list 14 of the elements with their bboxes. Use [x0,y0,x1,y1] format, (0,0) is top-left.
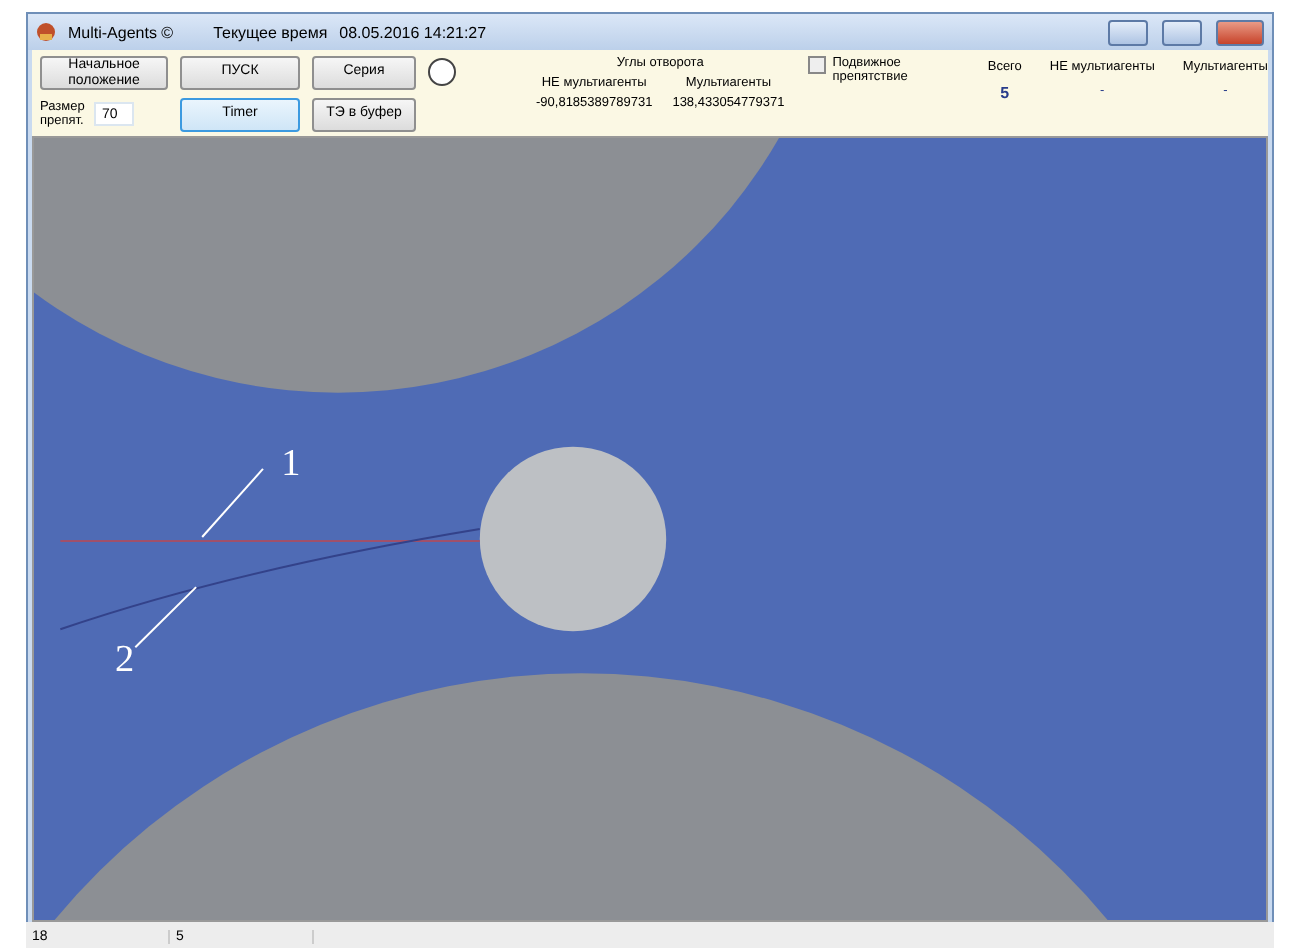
window-title: Multi-Agents © [68,23,174,41]
leader-line [201,468,264,538]
close-button[interactable] [1216,19,1264,45]
status-indicator [428,58,456,86]
maximize-button[interactable] [1162,19,1202,45]
count-value: 5 [998,84,1012,102]
app-icon [36,22,56,42]
clock-label: Текущее время [213,23,328,41]
annotation-label: 1 [281,443,301,485]
checkbox[interactable] [808,56,827,74]
leader-line [134,586,197,648]
clock-value: 08.05.2016 14:21:27 [339,23,487,41]
minimize-button[interactable] [1108,19,1148,45]
annotation-label: 2 [115,639,135,682]
